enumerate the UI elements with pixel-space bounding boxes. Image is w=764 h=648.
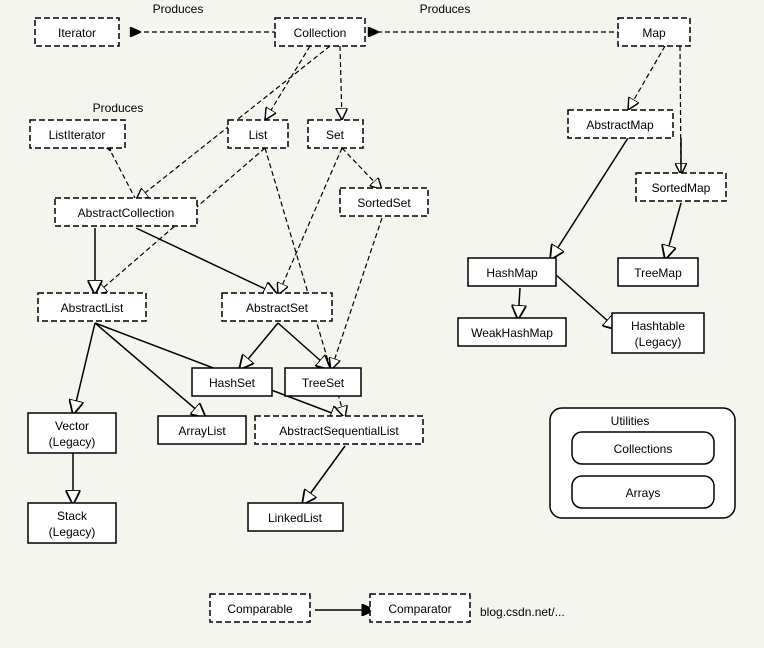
hashtable-node: Hashtable (Legacy) <box>612 313 704 353</box>
weakhashmap-node: WeakHashMap <box>458 318 566 346</box>
vector-node: Vector (Legacy) <box>28 413 116 453</box>
abstractcollection-label: AbstractCollection <box>78 206 175 220</box>
abstractsequentiallist-linkedlist-inherit <box>302 446 345 505</box>
hashset-node: HashSet <box>192 368 272 396</box>
uml-diagram: Iterator Collection Map ListIterator Lis… <box>0 0 764 648</box>
hashmap-weakhashmap-inherit <box>518 288 520 320</box>
produces-label-3: Produces <box>93 101 144 115</box>
treemap-label: TreeMap <box>634 266 682 280</box>
abstractmap-label: AbstractMap <box>586 118 654 132</box>
set-abstractset-impl <box>278 148 342 295</box>
treemap-node: TreeMap <box>618 258 698 286</box>
map-node: Map <box>618 18 690 46</box>
arraylist-node: ArrayList <box>158 416 246 444</box>
listiterator-label: ListIterator <box>49 128 106 142</box>
abstractmap-node: AbstractMap <box>568 110 673 138</box>
map-label: Map <box>642 26 666 40</box>
iterator-label: Iterator <box>58 26 96 40</box>
sortedmap-treemap-inherit <box>665 203 681 260</box>
list-node: List <box>228 120 288 148</box>
stack-node: Stack (Legacy) <box>28 503 116 543</box>
comparator-label: Comparator <box>388 602 451 616</box>
treeset-label: TreeSet <box>302 376 345 390</box>
arrays-label: Arrays <box>626 486 661 500</box>
comparable-node: Comparable <box>210 594 310 622</box>
set-sortedset-impl <box>342 148 382 190</box>
abstractcollection-node: AbstractCollection <box>55 198 197 226</box>
collection-label: Collection <box>294 26 347 40</box>
abstractsequentiallist-label: AbstractSequentialList <box>279 424 399 438</box>
comparator-node: Comparator <box>370 594 470 622</box>
abstractset-hashset-inherit <box>239 323 278 370</box>
list-label: List <box>249 128 268 142</box>
stack-label-line1: Stack <box>57 509 88 523</box>
iterator-node: Iterator <box>35 18 119 46</box>
produces-label-2: Produces <box>420 2 471 16</box>
abstractmap-hashmap-inherit <box>550 138 628 260</box>
abstractset-label: AbstractSet <box>246 301 309 315</box>
collection-node: Collection <box>275 18 365 46</box>
vector-label-line1: Vector <box>55 419 89 433</box>
sortedmap-label: SortedMap <box>652 181 711 195</box>
diagram-container: Iterator Collection Map ListIterator Lis… <box>0 0 764 648</box>
vector-label-line2: (Legacy) <box>49 435 96 449</box>
utilities-group: Utilities Collections Arrays <box>550 408 735 518</box>
collection-set-impl <box>340 46 342 120</box>
collection-list-impl <box>265 46 310 120</box>
sortedset-node: SortedSet <box>340 188 428 216</box>
hashtable-label-line2: (Legacy) <box>635 335 682 349</box>
abstractsequentiallist-node: AbstractSequentialList <box>255 416 423 444</box>
set-node: Set <box>308 120 363 148</box>
abstractlist-label: AbstractList <box>61 301 124 315</box>
map-abstractmap-impl <box>628 46 665 110</box>
treeset-node: TreeSet <box>285 368 361 396</box>
hashset-label: HashSet <box>209 376 256 390</box>
collections-label: Collections <box>614 442 673 456</box>
utilities-label: Utilities <box>611 414 650 428</box>
abstractlist-arraylist-inherit <box>95 323 206 418</box>
linkedlist-label: LinkedList <box>268 511 323 525</box>
arraylist-label: ArrayList <box>178 424 226 438</box>
comparable-label: Comparable <box>227 602 293 616</box>
hashtable-label-line1: Hashtable <box>631 319 685 333</box>
watermark: blog.csdn.net/... <box>480 605 565 619</box>
hashmap-node: HashMap <box>468 258 556 286</box>
abstractlist-vector-inherit <box>73 323 95 415</box>
linkedlist-node: LinkedList <box>248 503 343 531</box>
weakhashmap-label: WeakHashMap <box>471 326 553 340</box>
set-label: Set <box>326 128 345 142</box>
sortedmap-node: SortedMap <box>636 173 726 201</box>
stack-label-line2: (Legacy) <box>49 525 96 539</box>
sortedset-label: SortedSet <box>357 196 411 210</box>
hashmap-label: HashMap <box>486 266 538 280</box>
produces-label-1: Produces <box>153 2 204 16</box>
abstractlist-node: AbstractList <box>38 293 146 321</box>
abstractset-treeset-inherit <box>278 323 331 370</box>
abstractcollection-abstractset-inherit <box>136 228 278 295</box>
sortedset-treeset-impl <box>331 218 382 370</box>
listiterator-node: ListIterator <box>30 120 125 148</box>
abstractcollection-to-listiterator-arrow <box>110 150 136 200</box>
abstractset-node: AbstractSet <box>222 293 332 321</box>
